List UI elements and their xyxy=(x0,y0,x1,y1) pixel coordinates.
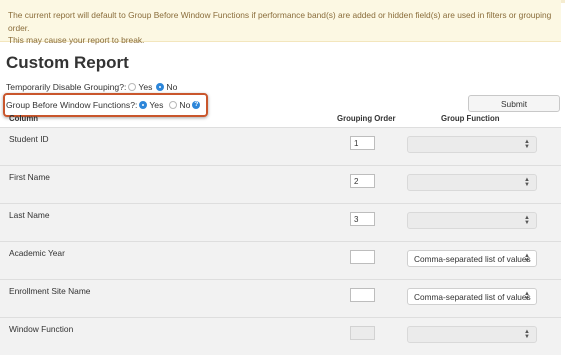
grouping-order-header: Grouping Order xyxy=(337,114,396,123)
row-label: Window Function xyxy=(9,324,74,334)
grouping-order-input[interactable] xyxy=(350,136,375,150)
disable-grouping-yes-label[interactable]: Yes xyxy=(138,82,152,92)
group-function-value: Comma-separated list of values xyxy=(414,253,531,264)
row-label: First Name xyxy=(9,172,50,182)
select-arrows-icon: ▲ ▼ xyxy=(524,215,530,226)
column-header: Column xyxy=(9,114,39,123)
group-function-select[interactable]: ▲ ▼ xyxy=(407,212,537,229)
group-function-value: Comma-separated list of values xyxy=(414,291,531,302)
select-arrows-icon: ▲ ▼ xyxy=(524,291,530,302)
select-arrows-icon: ▲ ▼ xyxy=(524,177,530,188)
alert-text-line2: This may cause your report to break. xyxy=(8,35,145,45)
alert-text-line1: The current report will default to Group… xyxy=(8,10,552,33)
select-arrows-icon: ▲ ▼ xyxy=(524,329,530,340)
row-label: Last Name xyxy=(9,210,50,220)
group-function-select[interactable]: ▲ ▼ xyxy=(407,326,537,343)
grouping-order-input[interactable] xyxy=(350,250,375,264)
grouping-order-input[interactable] xyxy=(350,288,375,302)
grouping-order-input[interactable] xyxy=(350,174,375,188)
group-function-select[interactable]: Comma-separated list of values ▲ ▼ xyxy=(407,288,537,305)
grouping-order-input[interactable] xyxy=(350,212,375,226)
table-row: Student ID ▲▼ xyxy=(0,127,561,165)
table-row: Enrollment Site Name Comma-separated lis… xyxy=(0,279,561,317)
group-function-select[interactable]: Comma-separated list of values ▲ ▼ xyxy=(407,250,537,267)
warning-alert: The current report will default to Group… xyxy=(0,0,561,45)
table-row: Academic Year Comma-separated list of va… xyxy=(0,241,561,279)
row-label: Academic Year xyxy=(9,248,65,258)
table-row: Last Name ▲▼ xyxy=(0,203,561,241)
disable-grouping-no-label[interactable]: No xyxy=(166,82,177,92)
table-row: First Name ▲▼ xyxy=(0,165,561,203)
group-function-select[interactable]: ▲ ▼ xyxy=(407,136,537,153)
grouping-order-input xyxy=(350,326,375,340)
group-function-select[interactable]: ▲ ▼ xyxy=(407,174,537,191)
disable-grouping-label: Temporarily Disable Grouping?: xyxy=(6,82,127,92)
select-arrows-icon: ▲ ▼ xyxy=(524,139,530,150)
disable-grouping-yes-radio[interactable] xyxy=(128,83,137,91)
row-label: Student ID xyxy=(9,134,49,144)
disable-grouping-option: Temporarily Disable Grouping?: Yes No xyxy=(6,82,177,92)
group-function-header: Group Function xyxy=(441,114,500,123)
disable-grouping-no-radio[interactable] xyxy=(156,83,165,91)
table-row: Window Function ▲ ▼ xyxy=(0,317,561,355)
submit-button[interactable]: Submit xyxy=(468,95,560,112)
row-label: Enrollment Site Name xyxy=(9,286,91,296)
page-title: Custom Report xyxy=(6,53,129,72)
select-arrows-icon: ▲ ▼ xyxy=(524,253,530,264)
